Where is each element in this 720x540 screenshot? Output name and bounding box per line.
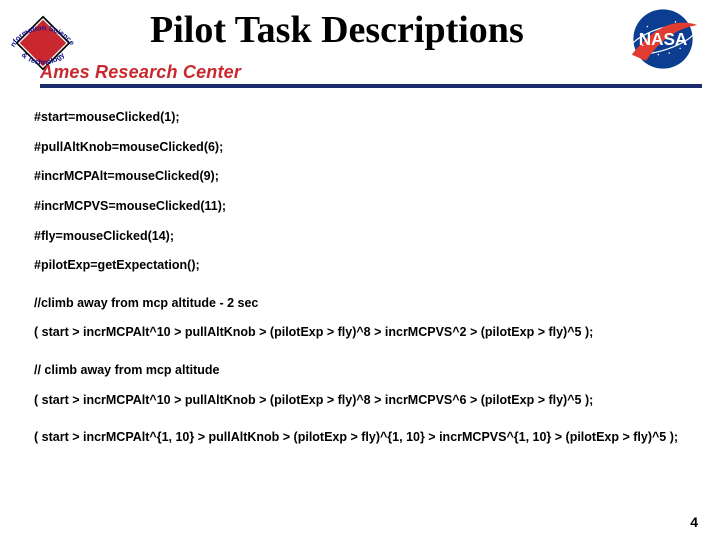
code-line: #incrMCPAlt=mouseClicked(9);	[34, 169, 686, 185]
code-line: #fly=mouseClicked(14);	[34, 229, 686, 245]
code-line: #pullAltKnob=mouseClicked(6);	[34, 140, 686, 156]
code-line: #incrMCPVS=mouseClicked(11);	[34, 199, 686, 215]
nasa-text: NASA	[639, 29, 688, 49]
ames-label: Ames Research Center	[40, 62, 241, 82]
ames-bar: Ames Research Center	[40, 62, 702, 88]
slide-title: Pilot Task Descriptions	[150, 8, 524, 52]
page-number: 4	[690, 514, 698, 530]
code-line: #start=mouseClicked(1);	[34, 110, 686, 126]
code-line: ( start > incrMCPAlt^10 > pullAltKnob > …	[34, 393, 686, 409]
header-divider	[40, 84, 702, 88]
code-line: ( start > incrMCPAlt^10 > pullAltKnob > …	[34, 325, 686, 341]
code-line: #pilotExp=getExpectation();	[34, 258, 686, 274]
slide-header: Information Sciences & Technology Pilot …	[0, 0, 720, 96]
code-line: // climb away from mcp altitude	[34, 363, 686, 379]
code-line: ( start > incrMCPAlt^{1, 10} > pullAltKn…	[34, 430, 686, 446]
slide-body: #start=mouseClicked(1); #pullAltKnob=mou…	[0, 96, 720, 446]
code-line: //climb away from mcp altitude - 2 sec	[34, 296, 686, 312]
